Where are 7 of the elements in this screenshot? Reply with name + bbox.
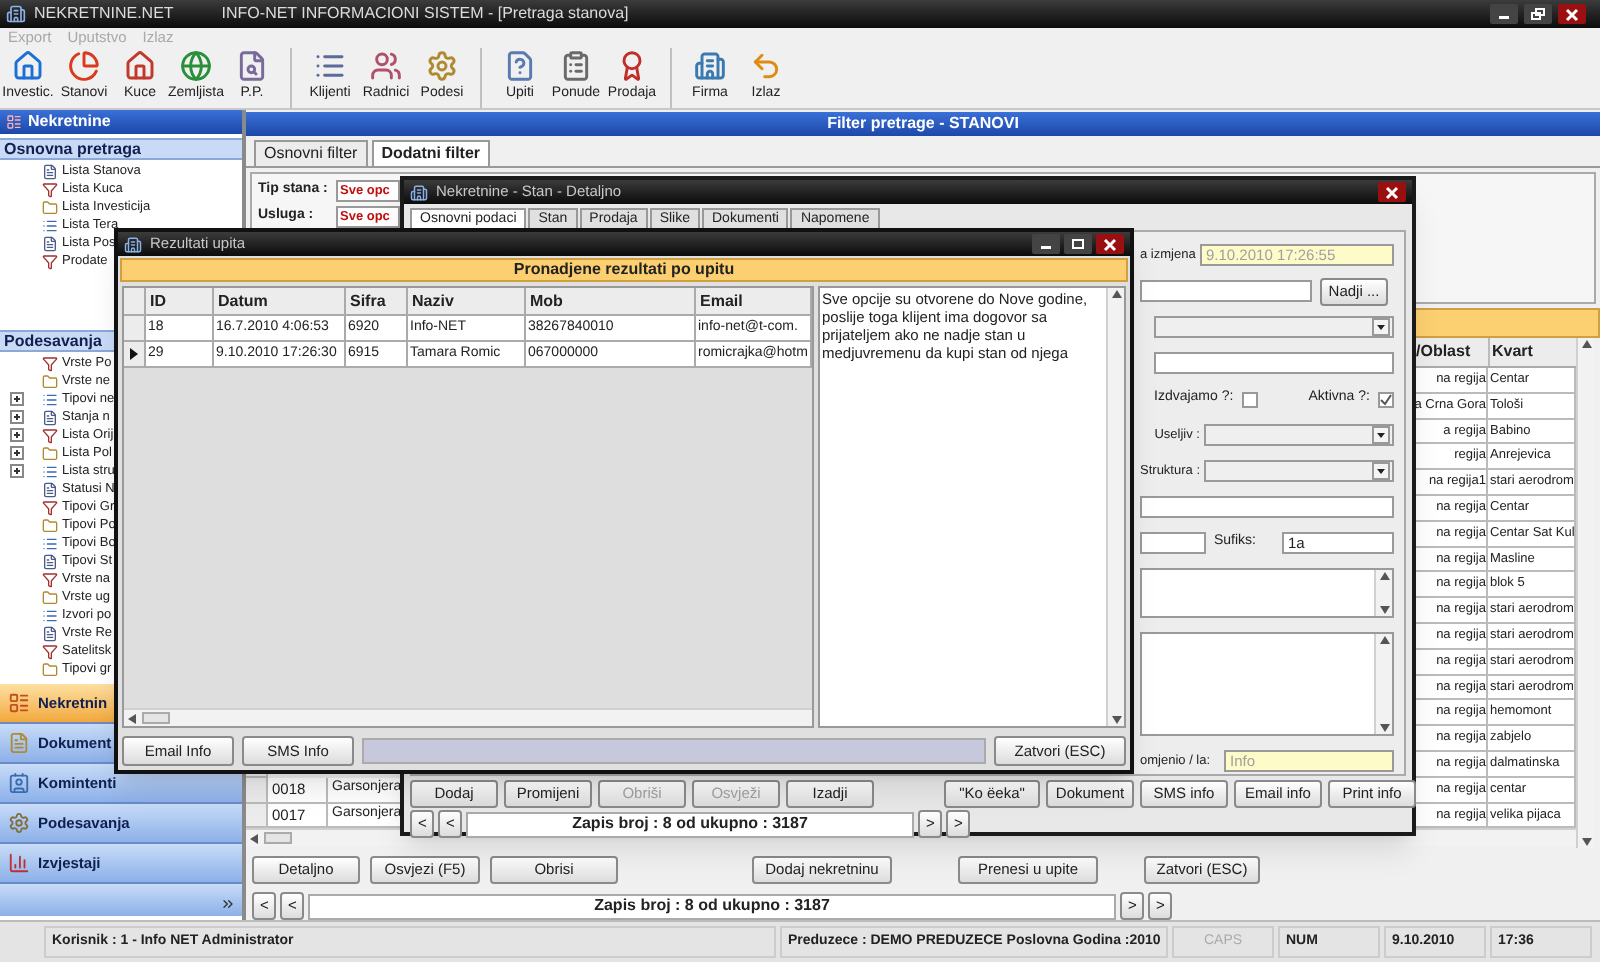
window-title: INFO-NET INFORMACIONI SISTEM - [Pretraga stanova] bbox=[221, 2, 629, 26]
panel-title: Nekretnine bbox=[28, 110, 111, 134]
panel-header: Filter pretrage - STANOVI bbox=[246, 112, 1600, 136]
record-field: Zapis broj : 8 od ukupno : 3187 bbox=[466, 811, 914, 837]
record-field: Zapis broj : 8 od ukupno : 3187 bbox=[308, 893, 1116, 919]
app-name: NEKRETNINE.NET bbox=[34, 2, 174, 26]
results-heading: Pronadjene rezultati po upitu bbox=[120, 258, 1128, 282]
